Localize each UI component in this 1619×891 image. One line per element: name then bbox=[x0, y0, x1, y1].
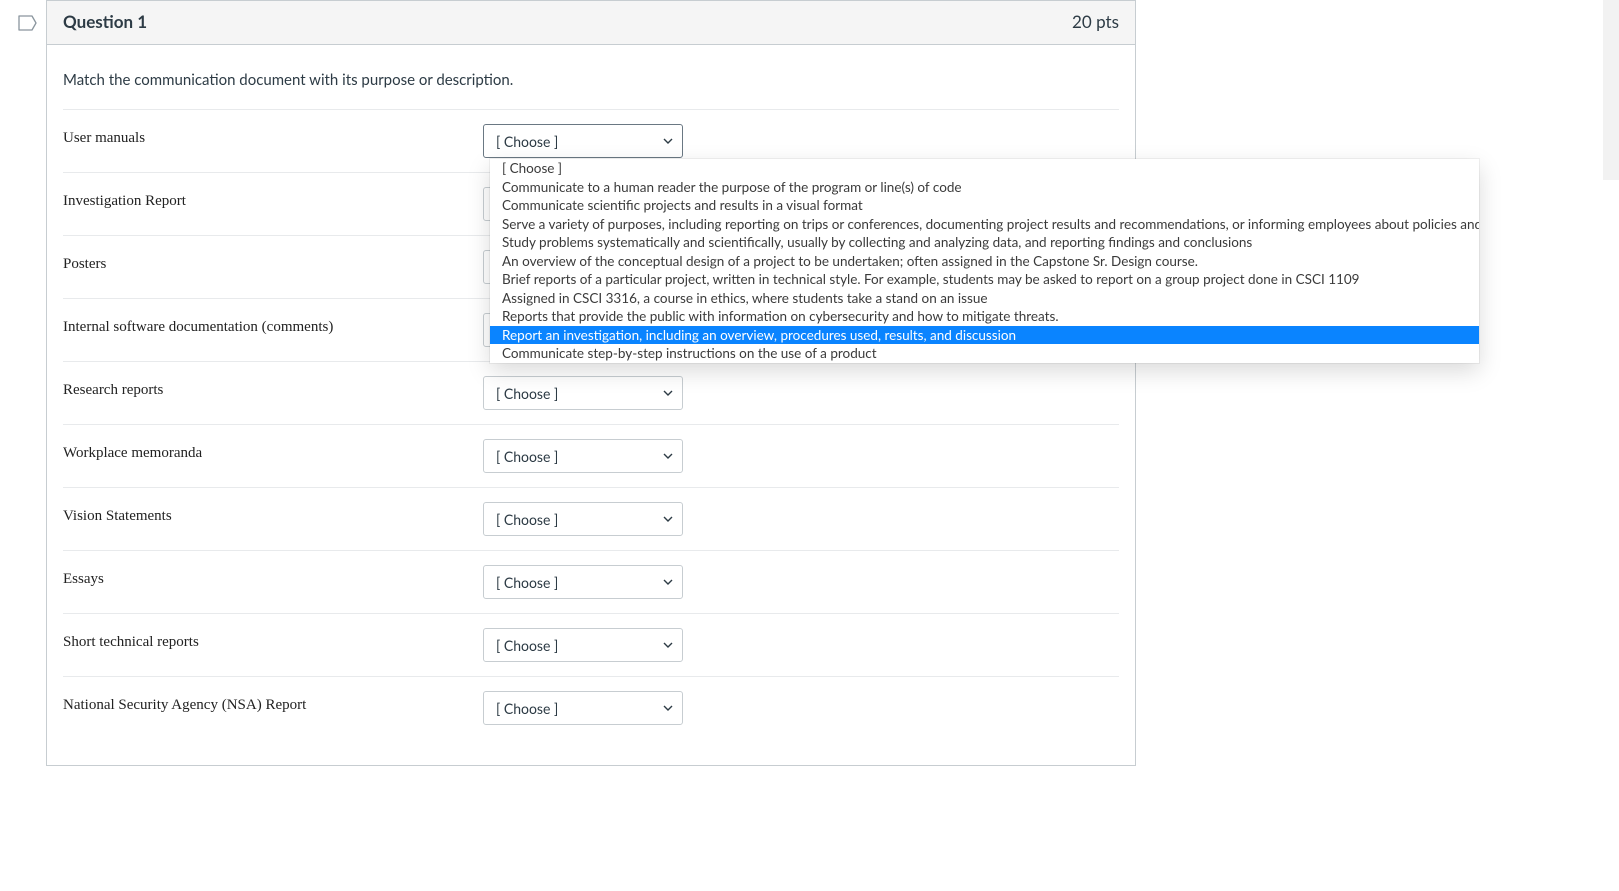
chevron-down-icon bbox=[662, 135, 674, 147]
match-label: Research reports bbox=[63, 376, 483, 399]
chevron-down-icon bbox=[662, 513, 674, 525]
chevron-down-icon bbox=[662, 702, 674, 714]
select-wrap: [ Choose ] bbox=[483, 628, 683, 662]
select-value: [ Choose ] bbox=[496, 700, 558, 717]
select-value: [ Choose ] bbox=[496, 385, 558, 402]
dropdown-option[interactable]: Communicate to a human reader the purpos… bbox=[490, 178, 1479, 197]
dropdown-option[interactable]: [ Choose ] bbox=[490, 159, 1479, 178]
answer-select[interactable]: [ Choose ] bbox=[483, 439, 683, 473]
match-row: Vision Statements [ Choose ] bbox=[63, 487, 1119, 550]
dropdown-option[interactable]: Assigned in CSCI 3316, a course in ethic… bbox=[490, 289, 1479, 308]
select-value: [ Choose ] bbox=[496, 574, 558, 591]
select-wrap: [ Choose ] bbox=[483, 691, 683, 725]
match-label: Workplace memoranda bbox=[63, 439, 483, 462]
match-label: Vision Statements bbox=[63, 502, 483, 525]
match-label: User manuals bbox=[63, 124, 483, 147]
select-wrap: [ Choose ] bbox=[483, 124, 683, 158]
match-row: Workplace memoranda [ Choose ] bbox=[63, 424, 1119, 487]
scrollbar[interactable] bbox=[1603, 0, 1619, 180]
match-row: Short technical reports [ Choose ] bbox=[63, 613, 1119, 676]
select-wrap: [ Choose ] bbox=[483, 376, 683, 410]
chevron-down-icon bbox=[662, 576, 674, 588]
chevron-down-icon bbox=[662, 450, 674, 462]
chevron-down-icon bbox=[662, 387, 674, 399]
question-body: Match the communication document with it… bbox=[47, 45, 1135, 765]
match-label: National Security Agency (NSA) Report bbox=[63, 691, 483, 714]
question-prompt: Match the communication document with it… bbox=[63, 65, 1119, 109]
answer-select[interactable]: [ Choose ] bbox=[483, 376, 683, 410]
dropdown-listbox[interactable]: [ Choose ]Communicate to a human reader … bbox=[490, 159, 1479, 363]
select-wrap: [ Choose ] bbox=[483, 439, 683, 473]
dropdown-option[interactable]: Serve a variety of purposes, including r… bbox=[490, 215, 1479, 234]
chevron-down-icon bbox=[662, 639, 674, 651]
match-row: Research reports [ Choose ] bbox=[63, 361, 1119, 424]
question-card: Question 1 20 pts Match the communicatio… bbox=[46, 0, 1136, 766]
answer-select[interactable]: [ Choose ] bbox=[483, 124, 683, 158]
question-title: Question 1 bbox=[63, 11, 147, 32]
select-value: [ Choose ] bbox=[496, 133, 558, 150]
match-label: Short technical reports bbox=[63, 628, 483, 651]
dropdown-option[interactable]: Communicate scientific projects and resu… bbox=[490, 196, 1479, 215]
select-wrap: [ Choose ] bbox=[483, 565, 683, 599]
dropdown-option[interactable]: Reports that provide the public with inf… bbox=[490, 307, 1479, 326]
answer-select[interactable]: [ Choose ] bbox=[483, 565, 683, 599]
match-row: National Security Agency (NSA) Report [ C… bbox=[63, 676, 1119, 739]
dropdown-option[interactable]: Communicate step-by-step instructions on… bbox=[490, 344, 1479, 363]
match-label: Internal software documentation (comment… bbox=[63, 313, 483, 336]
dropdown-option[interactable]: Study problems systematically and scient… bbox=[490, 233, 1479, 252]
match-label: Posters bbox=[63, 250, 483, 273]
flag-icon[interactable] bbox=[18, 15, 38, 31]
match-row: Essays [ Choose ] bbox=[63, 550, 1119, 613]
dropdown-option[interactable]: Report an investigation, including an ov… bbox=[490, 326, 1479, 345]
question-points: 20 pts bbox=[1072, 11, 1119, 32]
select-value: [ Choose ] bbox=[496, 448, 558, 465]
select-value: [ Choose ] bbox=[496, 511, 558, 528]
answer-select[interactable]: [ Choose ] bbox=[483, 691, 683, 725]
answer-select[interactable]: [ Choose ] bbox=[483, 502, 683, 536]
quiz-page: Question 1 20 pts Match the communicatio… bbox=[0, 0, 1619, 891]
question-header: Question 1 20 pts bbox=[47, 1, 1135, 45]
select-wrap: [ Choose ] bbox=[483, 502, 683, 536]
match-label: Investigation Report bbox=[63, 187, 483, 210]
answer-select[interactable]: [ Choose ] bbox=[483, 628, 683, 662]
dropdown-option[interactable]: An overview of the conceptual design of … bbox=[490, 252, 1479, 271]
dropdown-option[interactable]: Brief reports of a particular project, w… bbox=[490, 270, 1479, 289]
match-label: Essays bbox=[63, 565, 483, 588]
select-value: [ Choose ] bbox=[496, 637, 558, 654]
